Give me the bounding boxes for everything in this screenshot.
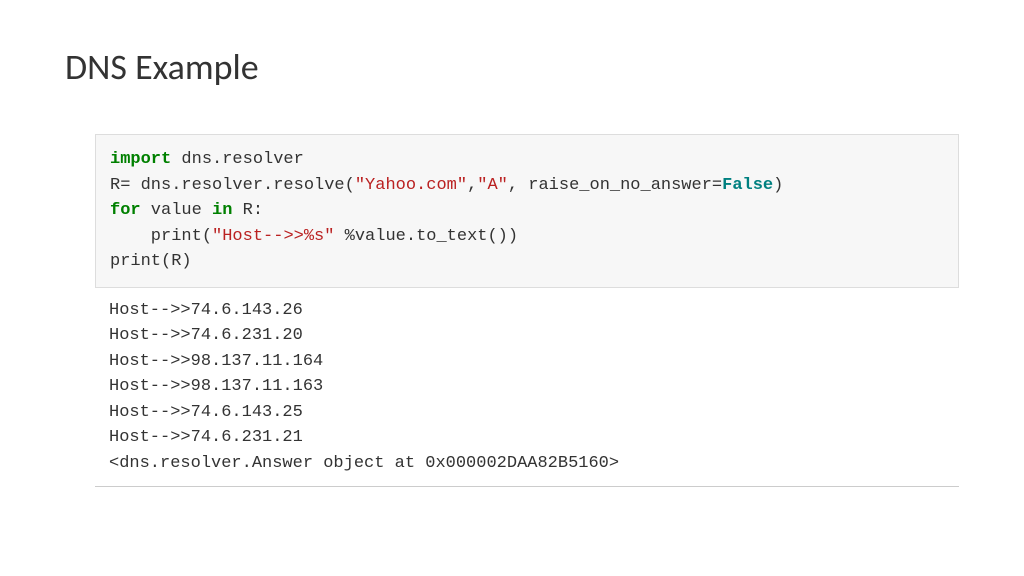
code-text: R= dns.resolver.resolve( bbox=[110, 176, 355, 195]
keyword-in: in bbox=[212, 201, 232, 220]
output-line: Host-->>74.6.143.25 bbox=[109, 403, 303, 422]
output-line: <dns.resolver.Answer object at 0x000002D… bbox=[109, 454, 619, 473]
code-text: print( bbox=[110, 227, 212, 246]
keyword-for: for bbox=[110, 201, 141, 220]
code-text: value bbox=[141, 201, 212, 220]
string-literal: "Host-->>%s" bbox=[212, 227, 334, 246]
code-text: dns.resolver bbox=[171, 150, 304, 169]
keyword-false: False bbox=[722, 176, 773, 195]
string-literal: "Yahoo.com" bbox=[355, 176, 467, 195]
output-line: Host-->>74.6.143.26 bbox=[109, 301, 303, 320]
output-block: Host-->>74.6.143.26 Host-->>74.6.231.20 … bbox=[95, 288, 959, 488]
code-text: , raise_on_no_answer= bbox=[508, 176, 722, 195]
code-text: %value.to_text()) bbox=[334, 227, 518, 246]
code-text: print(R) bbox=[110, 252, 192, 271]
keyword-import: import bbox=[110, 150, 171, 169]
code-text: , bbox=[467, 176, 477, 195]
code-block: import dns.resolver R= dns.resolver.reso… bbox=[95, 134, 959, 288]
output-line: Host-->>74.6.231.20 bbox=[109, 326, 303, 345]
code-text: ) bbox=[773, 176, 783, 195]
code-text: R: bbox=[232, 201, 263, 220]
slide-title: DNS Example bbox=[65, 45, 959, 89]
output-line: Host-->>98.137.11.164 bbox=[109, 352, 323, 371]
string-literal: "A" bbox=[477, 176, 508, 195]
output-line: Host-->>98.137.11.163 bbox=[109, 377, 323, 396]
output-line: Host-->>74.6.231.21 bbox=[109, 428, 303, 447]
